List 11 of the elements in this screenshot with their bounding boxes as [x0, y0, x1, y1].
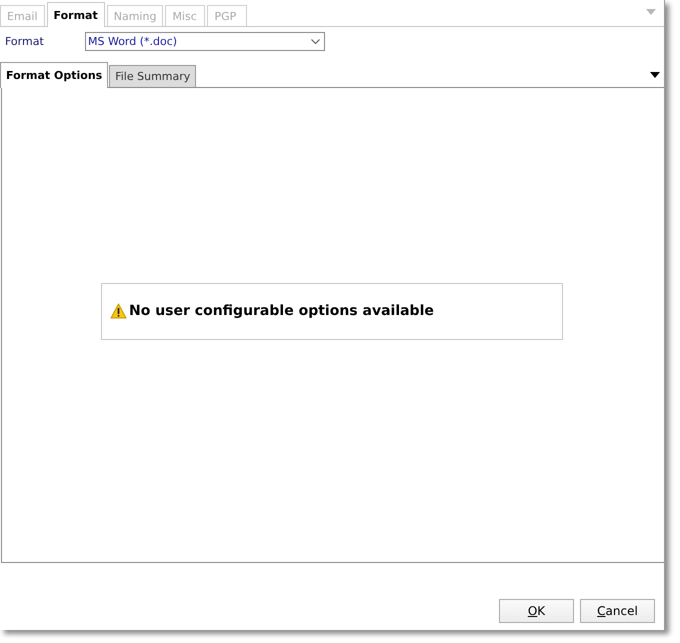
format-dropdown[interactable]: MS Word (*.doc)	[85, 32, 325, 50]
dropdown-arrow-icon[interactable]	[650, 72, 660, 78]
ok-button[interactable]: OK	[499, 599, 574, 623]
chevron-down-icon	[311, 38, 320, 44]
message-text: No user configurable options available	[129, 303, 434, 319]
tab[interactable]: Format Options	[0, 62, 108, 88]
format-label: Format	[5, 34, 45, 48]
tab[interactable]: Format	[46, 2, 105, 27]
cancel-button[interactable]: Cancel	[580, 599, 655, 623]
warning-icon	[110, 303, 127, 319]
tab[interactable]: File Summary	[109, 65, 196, 87]
